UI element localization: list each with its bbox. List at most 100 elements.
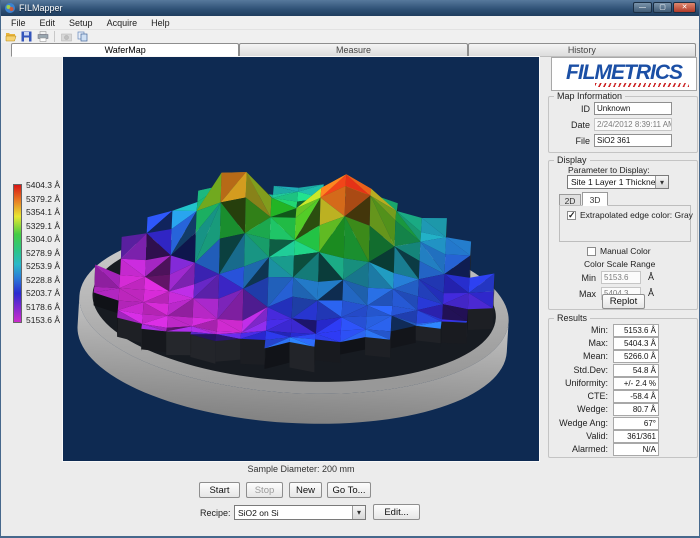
manual-color-checkbox[interactable]	[587, 247, 596, 256]
min-label: Min	[561, 273, 596, 283]
max-label: Max	[561, 289, 596, 299]
save-icon[interactable]	[20, 31, 33, 43]
manual-color-checkbox-row: Manual Color	[587, 246, 651, 256]
close-button[interactable]: ✕	[673, 2, 696, 13]
print-icon[interactable]	[36, 31, 49, 43]
app-window: FILMapper — ▢ ✕ File Edit Setup Acquire …	[0, 0, 700, 538]
recipe-value: SiO2 on Si	[235, 508, 352, 518]
result-label: Mean:	[583, 351, 608, 361]
open-file-icon[interactable]	[4, 31, 17, 43]
result-label: Valid:	[586, 431, 608, 441]
minimize-button[interactable]: —	[633, 2, 652, 13]
color-scale-tick: 5329.1 Å	[26, 220, 66, 232]
window-title: FILMapper	[19, 3, 63, 13]
recipe-label: Recipe:	[200, 508, 231, 518]
result-value: 5153.6 Å	[613, 324, 659, 337]
recipe-combobox[interactable]: SiO2 on Si	[234, 505, 366, 520]
result-value: 361/361	[613, 430, 659, 443]
result-value: 80.7 Å	[613, 403, 659, 416]
color-scale-tick: 5253.9 Å	[26, 260, 66, 272]
tab-history[interactable]: History	[468, 43, 696, 57]
goto-button[interactable]: Go To...	[327, 482, 371, 498]
result-value: +/- 2.4 %	[613, 377, 659, 390]
color-scale-tick: 5278.9 Å	[26, 247, 66, 259]
result-row-uniformity: Uniformity: +/- 2.4 %	[548, 378, 698, 390]
result-label: Max:	[588, 338, 608, 348]
chevron-down-icon[interactable]	[352, 506, 365, 519]
result-row-alarmed: Alarmed: N/A	[548, 444, 698, 456]
result-label: Min:	[591, 325, 608, 335]
id-field[interactable]: Unknown	[594, 102, 672, 115]
result-value: 67°	[613, 417, 659, 430]
app-icon	[5, 3, 15, 13]
result-label: CTE:	[587, 391, 608, 401]
result-row-cte: CTE: -58.4 Å	[548, 391, 698, 403]
max-unit: Å	[648, 288, 654, 298]
menu-setup[interactable]: Setup	[62, 16, 100, 30]
result-row-wedge: Wedge:80.7 Å	[548, 404, 698, 416]
wafer-3d-plot[interactable]	[63, 57, 539, 461]
result-value: 5266.0 Å	[613, 350, 659, 363]
filmetrics-logo: FILMETRICS	[551, 57, 697, 91]
result-row-min: Min: 5153.6 Å	[548, 325, 698, 337]
display-title: Display	[554, 155, 590, 165]
result-value: -58.4 Å	[613, 390, 659, 403]
title-bar: FILMapper — ▢ ✕	[1, 0, 699, 16]
color-scale-range-label: Color Scale Range	[584, 259, 655, 269]
filmetrics-logo-text: FILMETRICS	[552, 61, 696, 85]
result-label: Alarmed:	[572, 444, 608, 454]
menu-file[interactable]: File	[4, 16, 33, 30]
color-scale-tick: 5228.8 Å	[26, 274, 66, 286]
chevron-down-icon[interactable]	[655, 176, 668, 188]
id-label: ID	[548, 104, 590, 114]
start-button[interactable]: Start	[199, 482, 240, 498]
color-scale-tick: 5354.1 Å	[26, 206, 66, 218]
sample-diameter-label: Sample Diameter: 200 mm	[63, 464, 539, 474]
min-unit: Å	[648, 272, 654, 282]
toolbar	[1, 30, 699, 43]
tab-wafermap[interactable]: WaferMap	[11, 43, 239, 57]
copy-icon[interactable]	[76, 31, 89, 43]
replot-button[interactable]: Replot	[602, 294, 645, 309]
tab-measure[interactable]: Measure	[239, 43, 467, 57]
result-row-wedge-ang: Wedge Ang: 67°	[548, 418, 698, 430]
tab-3d[interactable]: 3D	[582, 192, 608, 206]
manual-color-label: Manual Color	[600, 246, 651, 256]
result-row-valid: Valid: 361/361	[548, 431, 698, 443]
result-value: N/A	[613, 443, 659, 456]
file-field[interactable]: SiO2 361	[594, 134, 672, 147]
maximize-button[interactable]: ▢	[653, 2, 672, 13]
stop-button[interactable]: Stop	[246, 482, 283, 498]
file-label: File	[548, 136, 590, 146]
date-field[interactable]: 2/24/2012 8:39:11 AM	[594, 118, 672, 131]
color-scale-tick: 5203.7 Å	[26, 287, 66, 299]
date-label: Date	[548, 120, 590, 130]
color-scale-tick: 5404.3 Å	[26, 179, 66, 191]
result-label: Std.Dev:	[573, 365, 608, 375]
extrapolated-edge-checkbox-row: Extrapolated edge color: Gray	[567, 210, 693, 220]
parameter-to-display-label: Parameter to Display:	[568, 165, 650, 175]
min-field[interactable]: 5153.6	[601, 271, 641, 284]
color-scale-tick: 5304.0 Å	[26, 233, 66, 245]
result-label: Wedge Ang:	[559, 418, 608, 428]
result-row-stddev: Std.Dev: 54.8 Å	[548, 365, 698, 377]
extrapolated-edge-checkbox[interactable]	[567, 211, 576, 220]
parameter-combobox[interactable]: Site 1 Layer 1 Thickness	[567, 175, 669, 189]
color-scale-tick: 5379.2 Å	[26, 193, 66, 205]
results-title: Results	[554, 313, 590, 323]
new-button[interactable]: New	[289, 482, 322, 498]
toolbar-separator	[54, 31, 55, 42]
screenshot-icon[interactable]	[60, 31, 73, 43]
edit-recipe-button[interactable]: Edit...	[373, 504, 420, 520]
map-information-title: Map Information	[554, 91, 625, 101]
menu-bar: File Edit Setup Acquire Help	[1, 16, 699, 30]
result-label: Uniformity:	[565, 378, 608, 388]
menu-help[interactable]: Help	[144, 16, 177, 30]
result-value: 54.8 Å	[613, 364, 659, 377]
menu-acquire[interactable]: Acquire	[100, 16, 145, 30]
parameter-value: Site 1 Layer 1 Thickness	[568, 177, 655, 187]
result-row-max: Max:5404.3 Å	[548, 338, 698, 350]
results-rows: Min:5153.6 Å Max:5404.3 Å Mean:5266.0 Å …	[548, 325, 698, 456]
menu-edit[interactable]: Edit	[33, 16, 63, 30]
color-scale-bar	[13, 184, 22, 323]
